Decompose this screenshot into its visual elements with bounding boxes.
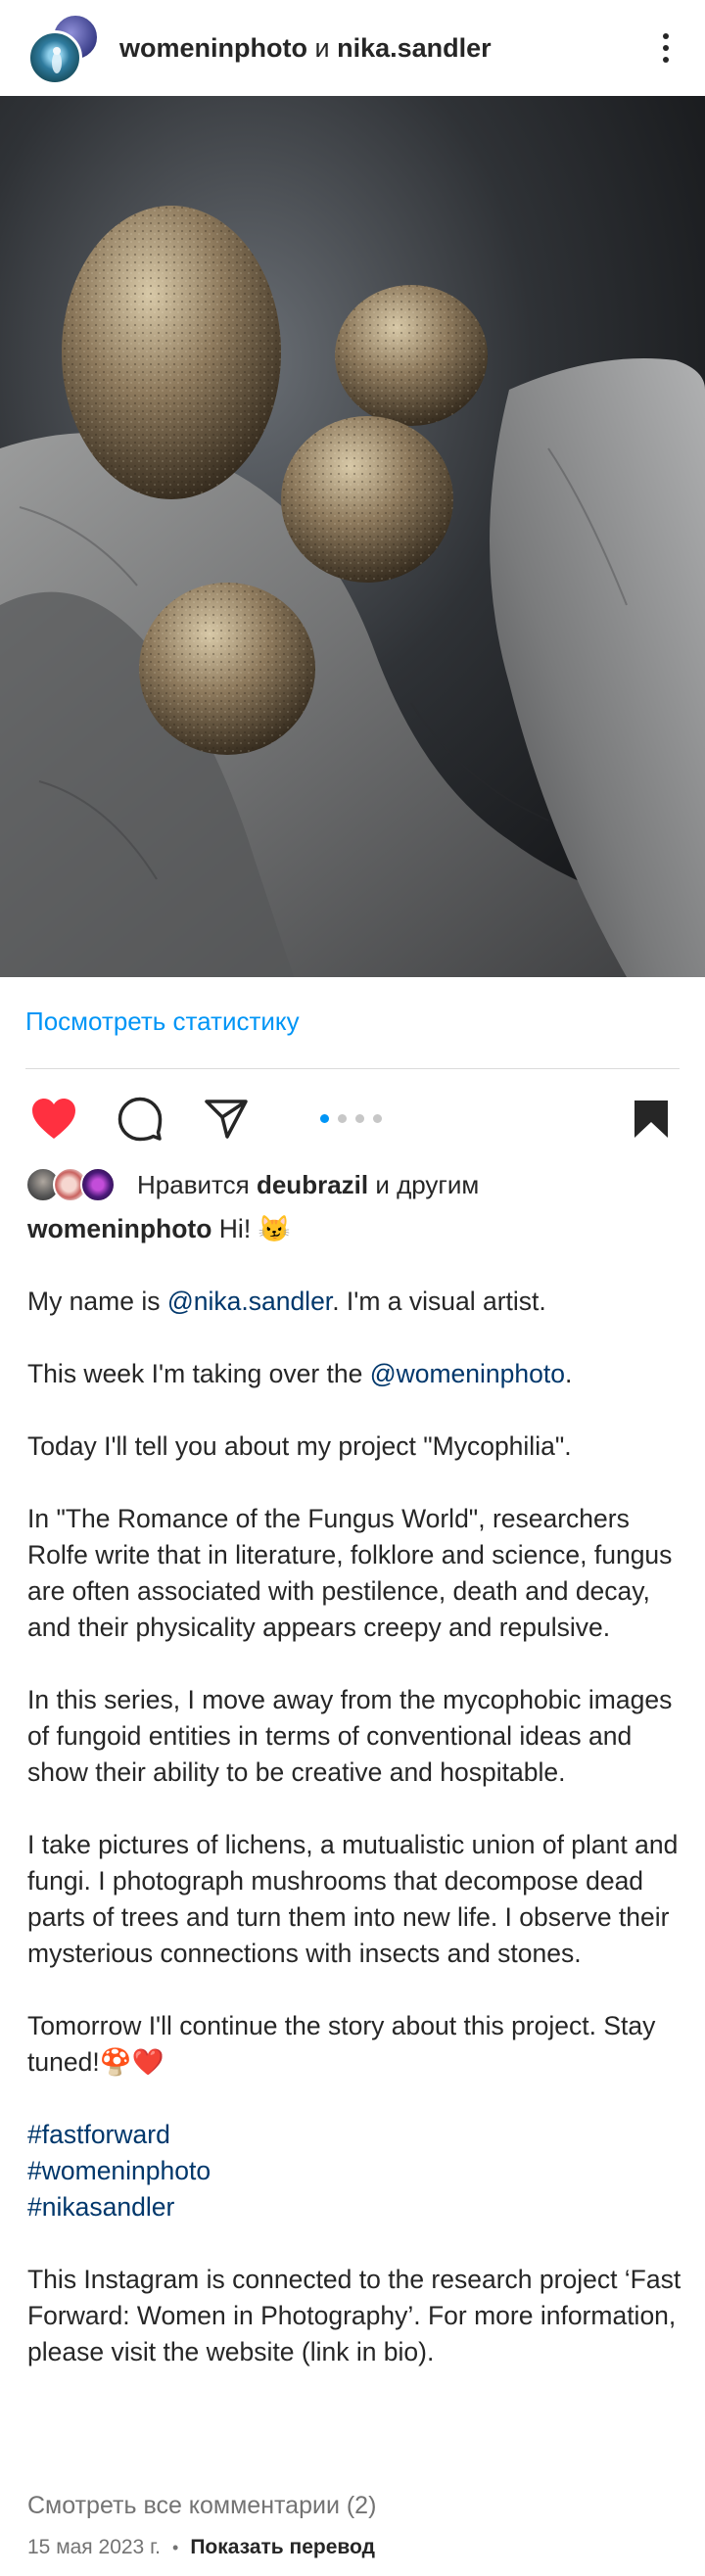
view-insights-link[interactable]: Посмотреть статистику [25,1007,300,1037]
liker-username[interactable]: deubrazil [257,1170,368,1199]
divider [25,1068,680,1069]
likes-summary[interactable]: Нравится deubrazil и другим [25,1165,479,1204]
share-button[interactable] [202,1095,251,1144]
author-main[interactable]: womeninphoto [119,33,307,63]
avatar-figure-icon [52,47,62,73]
caption-text: This week I'm taking over the [27,1359,370,1388]
hashtag-link[interactable]: #womeninphoto [27,2153,683,2189]
like-button[interactable] [29,1095,78,1144]
caption-paragraph: I take pictures of lichens, a mutualisti… [27,1830,679,1968]
post-header: womeninphoto и nika.sandler [0,0,705,96]
collab-avatars[interactable] [27,11,102,85]
caption-paragraph: In "The Romance of the Fungus World", re… [27,1504,673,1642]
comment-icon [118,1097,163,1142]
avatar-nika-sandler[interactable] [27,30,82,85]
hashtag-link[interactable]: #fastforward [27,2117,683,2153]
carousel-indicator [320,1114,382,1123]
more-options-icon[interactable] [654,28,678,68]
author-collab[interactable]: nika.sandler [337,33,492,63]
caption-paragraph: In this series, I move away from the myc… [27,1685,673,1787]
view-all-comments-link[interactable]: Смотреть все комментарии (2) [27,2492,376,2520]
heart-filled-icon [32,1099,75,1139]
liker-avatars [25,1165,123,1204]
send-icon [205,1100,248,1139]
caption-text: . [564,1359,573,1388]
caption-username[interactable]: womeninphoto [27,1214,212,1243]
post-date: 15 мая 2023 г. [27,2536,161,2558]
hashtag-link[interactable]: #nikasandler [27,2189,683,2225]
caption-paragraph: This Instagram is connected to the resea… [27,2265,682,2366]
likes-prefix: Нравится [137,1169,250,1199]
caption-paragraph: Today I'll tell you about my project "My… [27,1431,572,1461]
post-meta: 15 мая 2023 г. • Показать перевод [27,2536,375,2559]
author-conjunction: и [314,32,330,63]
caption-text: . I'm a visual artist. [332,1287,546,1316]
mention-link[interactable]: @womeninphoto [370,1359,565,1388]
post-caption: womeninphoto Hi! 😼 My name is @nika.sand… [27,1211,683,2370]
caption-text: My name is [27,1287,167,1316]
post-authors: womeninphoto и nika.sandler [119,33,492,64]
caption-paragraph: Tomorrow I'll continue the story about t… [27,2011,656,2077]
caption-greeting: Hi! 😼 [218,1214,291,1243]
bookmark-filled-icon [634,1101,668,1138]
caption-paragraph: My name is @nika.sandler. I'm a visual a… [27,1284,683,1320]
carousel-dot [338,1114,347,1123]
caption-first-line: womeninphoto Hi! 😼 [27,1211,683,1247]
likes-suffix: и другим [375,1169,480,1199]
mushroom-photo [0,96,705,977]
save-button[interactable] [627,1095,676,1144]
post-image[interactable] [0,96,705,977]
likes-text: Нравится deubrazil и другим [137,1170,479,1200]
avatar [80,1167,116,1202]
show-translation-link[interactable]: Показать перевод [190,2536,375,2559]
carousel-dot-active [320,1114,329,1123]
comment-button[interactable] [116,1095,164,1144]
action-bar [0,1085,705,1149]
meta-separator: • [172,2537,179,2557]
carousel-dot [373,1114,382,1123]
carousel-dot [355,1114,364,1123]
caption-paragraph: This week I'm taking over the @womeninph… [27,1356,683,1392]
mention-link[interactable]: @nika.sandler [167,1287,332,1316]
